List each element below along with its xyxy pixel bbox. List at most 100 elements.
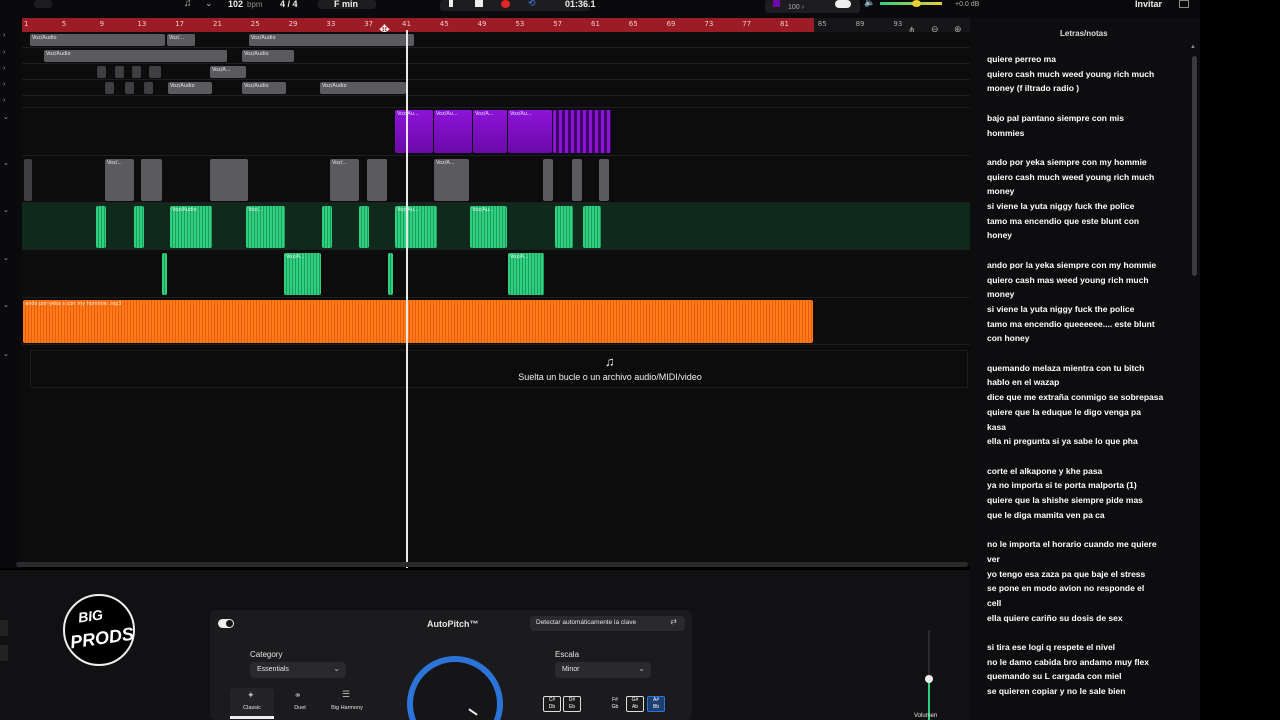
audio-clip[interactable]: Voz/... (246, 206, 285, 248)
audio-clip[interactable]: Voz/Au... (508, 110, 552, 153)
collapse-chevron-icon[interactable]: ⌄ (3, 254, 9, 262)
key-button-c-sharp[interactable]: C# Db (543, 696, 561, 712)
volume-fader-thumb[interactable] (925, 675, 933, 683)
track-lane-3[interactable]: Voz/A... (22, 64, 970, 80)
key-button-g-sharp[interactable]: G# Ab (626, 696, 644, 712)
lyrics-scrollbar[interactable] (1192, 56, 1197, 276)
audio-clip[interactable]: Voz/Audio (168, 82, 212, 94)
audio-clip[interactable]: Voz/Audio (44, 50, 227, 62)
audio-clip[interactable] (24, 159, 32, 201)
audio-clip[interactable]: Voz/... (330, 159, 359, 201)
expand-chevron-icon[interactable]: › (3, 65, 5, 72)
audio-clip[interactable]: Voz/Au... (434, 110, 472, 153)
chevron-down-icon[interactable]: ⌄ (205, 0, 213, 9)
audio-clip[interactable] (359, 206, 369, 248)
preset-classic[interactable]: ✦ Classic (230, 688, 274, 718)
key-button-d-sharp[interactable]: D# Eb (563, 696, 581, 712)
audio-clip[interactable]: Voz/Audio (30, 34, 165, 46)
audio-clip[interactable] (132, 66, 141, 78)
track-lane-green[interactable]: Voz/Audio Voz/... Voz/Au... Voz/Au... (22, 203, 970, 250)
audio-clip[interactable] (149, 66, 161, 78)
audio-clip[interactable]: Voz/Audio (170, 206, 212, 248)
expand-chevron-icon[interactable]: › (3, 32, 5, 39)
audio-clip[interactable]: Voz/... (167, 34, 195, 46)
audio-clip[interactable] (367, 159, 387, 201)
master-volume-thumb[interactable] (912, 0, 921, 7)
fx-power-toggle[interactable] (218, 619, 234, 628)
audio-clip[interactable] (141, 159, 162, 201)
collapse-chevron-icon[interactable]: ⌄ (3, 113, 9, 121)
arrangement-view[interactable]: Voz/Audio Voz/... Voz/Audio Voz/Audio Vo… (22, 32, 970, 566)
audio-clip[interactable] (105, 82, 114, 94)
category-dropdown[interactable]: Essentials ⌄ (250, 662, 346, 678)
speaker-icon[interactable]: 🔈 (864, 0, 875, 8)
audio-clip[interactable]: Voz/Au... (395, 206, 437, 248)
audio-clip[interactable] (599, 159, 609, 201)
expand-chevron-icon[interactable]: › (3, 49, 5, 56)
audio-clip[interactable] (162, 253, 167, 295)
tempo-value[interactable]: 102 (228, 0, 243, 9)
audio-clip[interactable]: Voz/... (105, 159, 134, 201)
track-lane-purple[interactable]: Voz/Au... Voz/Au... Voz/A... Voz/Au... (22, 108, 970, 156)
auto-detect-key-button[interactable]: Detectar automáticamente la clave ⇄ (530, 616, 685, 631)
audio-clip[interactable] (543, 159, 553, 201)
audio-clip[interactable] (572, 159, 582, 201)
side-handle[interactable] (0, 620, 8, 636)
audio-clip[interactable]: Voz/Au... (395, 110, 433, 153)
loop-icon[interactable]: ⟲ (528, 0, 536, 9)
invite-button[interactable]: Invitar (1135, 0, 1162, 9)
preset-duet[interactable]: ⚭ Duet (278, 688, 322, 718)
expand-chevron-icon[interactable]: › (3, 97, 5, 104)
scroll-up-icon[interactable]: ▲ (1190, 44, 1196, 50)
panel-icon[interactable] (1179, 0, 1189, 8)
audio-clip[interactable]: Voz/A... (434, 159, 469, 201)
audio-clip[interactable]: Voz/A... (210, 66, 246, 78)
audio-clip[interactable] (388, 253, 393, 295)
preset-big-harmony[interactable]: ☰ Big Harmony (324, 688, 370, 718)
audio-clip[interactable] (210, 159, 248, 201)
drop-zone[interactable] (30, 350, 968, 388)
collapse-chevron-icon[interactable]: ⌄ (3, 301, 9, 309)
side-handle[interactable] (0, 645, 8, 661)
audio-clip[interactable] (96, 206, 106, 248)
lyrics-text-area[interactable]: quiere perreo ma quiero cash much weed yo… (987, 52, 1177, 714)
track-lane-2[interactable]: Voz/Audio Voz/Audio (22, 48, 970, 64)
monitor-toggle[interactable] (835, 0, 851, 8)
collapse-chevron-icon[interactable]: ⌄ (3, 350, 9, 358)
expand-chevron-icon[interactable]: › (3, 81, 5, 88)
track-lane-orange[interactable]: ando por yeka s con my hommie .mp3 (22, 298, 970, 345)
audio-clip[interactable] (125, 82, 134, 94)
track-lane-gray[interactable]: Voz/... Voz/... Voz/A... (22, 156, 970, 203)
collapse-chevron-icon[interactable]: ⌄ (3, 206, 9, 214)
audio-clip[interactable] (583, 206, 601, 248)
pause-icon[interactable] (449, 0, 453, 7)
key-button-a-sharp[interactable]: A# Bb (647, 696, 665, 712)
audio-clip[interactable] (555, 206, 573, 248)
audio-clip[interactable] (144, 82, 153, 94)
audio-clip[interactable]: Voz/Au... (470, 206, 507, 248)
collapse-chevron-icon[interactable]: ⌄ (3, 159, 9, 167)
track-lane-1[interactable]: Voz/Audio Voz/... Voz/Audio (22, 32, 970, 48)
mp3-clip[interactable]: ando por yeka s con my hommie .mp3 (23, 300, 813, 343)
audio-clip[interactable] (115, 66, 124, 78)
audio-clip[interactable] (97, 66, 106, 78)
menu-icon[interactable] (34, 0, 52, 8)
key-button-f-sharp[interactable]: F# Gb (606, 696, 624, 712)
record-icon[interactable] (501, 0, 510, 8)
audio-clip[interactable] (134, 206, 144, 248)
track-lane-5[interactable] (22, 96, 970, 108)
metronome-icon[interactable]: ♫ (184, 0, 192, 9)
track-lane-4[interactable]: Voz/Audio Voz/Audio Voz/Audio (22, 80, 970, 96)
scale-dropdown[interactable]: Minor ⌄ (555, 662, 651, 678)
audio-clip[interactable]: Voz/A... (284, 253, 321, 295)
audio-clip[interactable]: Voz/Audio (242, 82, 286, 94)
audio-clip[interactable] (553, 110, 611, 153)
audio-clip[interactable]: Voz/Audio (320, 82, 406, 94)
playhead[interactable] (406, 30, 408, 568)
horizontal-scrollbar[interactable] (16, 562, 968, 567)
audio-clip[interactable]: Voz/A... (473, 110, 507, 153)
audio-clip[interactable] (322, 206, 332, 248)
stop-icon[interactable] (475, 0, 483, 7)
audio-clip[interactable]: Voz/Audio (242, 50, 294, 62)
time-signature[interactable]: 4 / 4 (280, 0, 298, 9)
